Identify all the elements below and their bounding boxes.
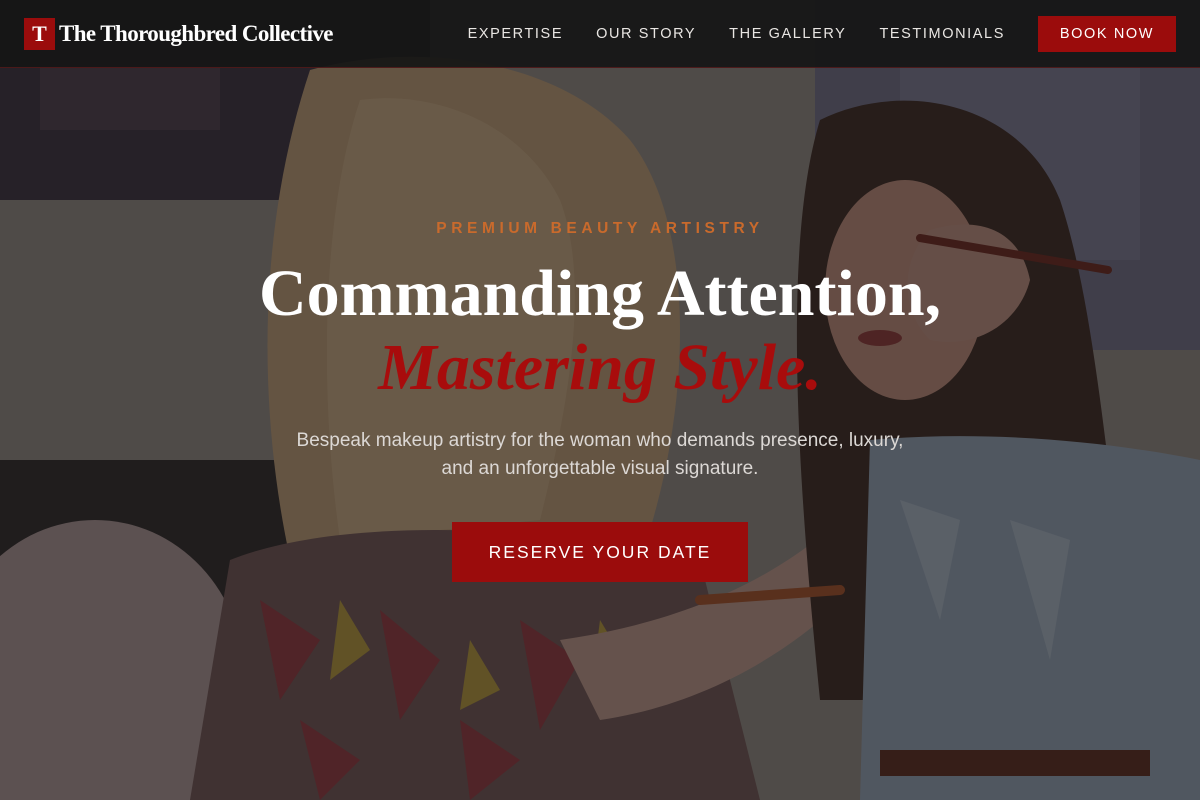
nav-link-the-gallery[interactable]: THE GALLERY: [729, 26, 846, 42]
reserve-your-date-button[interactable]: RESERVE YOUR DATE: [452, 522, 748, 582]
hero-subtext: Bespeak makeup artistry for the woman wh…: [296, 430, 904, 479]
nav-link-testimonials[interactable]: TESTIMONIALS: [879, 26, 1005, 42]
nav-link-our-story[interactable]: OUR STORY: [596, 26, 696, 42]
hero-section: PREMIUM BEAUTY ARTISTRY Commanding Atten…: [0, 0, 1200, 800]
brand-monogram-icon: T: [24, 17, 55, 50]
top-navbar: T The Thoroughbred Collective EXPERTISE …: [0, 0, 1200, 68]
hero-eyebrow: PREMIUM BEAUTY ARTISTRY: [436, 220, 764, 237]
book-now-button[interactable]: BOOK NOW: [1038, 15, 1176, 52]
hero-headline-line1: Commanding Attention,: [258, 257, 942, 330]
brand-name: The Thoroughbred Collective: [59, 20, 333, 46]
brand-logo-link[interactable]: T The Thoroughbred Collective: [24, 17, 333, 50]
primary-nav: EXPERTISE OUR STORY THE GALLERY TESTIMON…: [468, 26, 1005, 42]
hero-headline-line2: Mastering Style.: [378, 331, 822, 404]
nav-link-expertise[interactable]: EXPERTISE: [468, 26, 564, 42]
